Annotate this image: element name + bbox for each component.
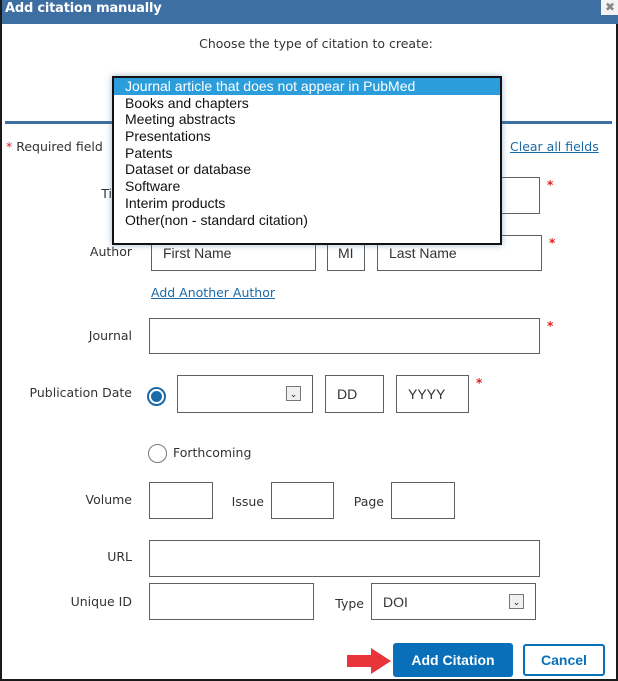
dropdown-option[interactable]: Other(non - standard citation) [114, 212, 500, 229]
forthcoming-radio[interactable] [148, 444, 167, 463]
annotation-arrow-icon [347, 648, 391, 674]
journal-label: Journal [88, 328, 132, 343]
close-icon[interactable]: ✖ [601, 0, 618, 15]
first-name-placeholder: First Name [163, 245, 232, 261]
type-label: Type [335, 596, 364, 611]
volume-input[interactable] [149, 482, 213, 519]
issue-label: Issue [231, 494, 264, 509]
dialog-titlebar: Add citation manually ✖ [2, 0, 618, 24]
year-input[interactable]: YYYY [396, 375, 469, 413]
journal-required-star: * [547, 319, 554, 333]
pub-date-required-star: * [476, 376, 483, 390]
day-placeholder: DD [337, 386, 358, 402]
last-name-placeholder: Last Name [389, 245, 457, 261]
dropdown-option[interactable]: Meeting abstracts [114, 111, 500, 128]
dropdown-option[interactable]: Interim products [114, 195, 500, 212]
unique-id-label: Unique ID [70, 594, 132, 609]
title-required-star: * [547, 178, 554, 192]
chevron-down-icon[interactable]: ⌄ [509, 594, 524, 609]
journal-input[interactable] [149, 318, 540, 354]
month-select[interactable]: ⌄ [177, 375, 313, 413]
year-placeholder: YYYY [408, 386, 446, 402]
chevron-down-icon[interactable]: ⌄ [286, 386, 301, 401]
url-label: URL [107, 549, 132, 564]
add-citation-button[interactable]: Add Citation [393, 643, 513, 677]
dropdown-option[interactable]: Patents [114, 145, 500, 162]
publication-date-label: Publication Date [29, 385, 132, 400]
forthcoming-label: Forthcoming [173, 445, 252, 460]
dropdown-option[interactable]: Software [114, 178, 500, 195]
author-required-star: * [549, 236, 556, 250]
unique-id-input[interactable] [149, 583, 314, 620]
clear-all-fields-link[interactable]: Clear all fields [510, 139, 599, 154]
add-another-author-link[interactable]: Add Another Author [151, 285, 275, 300]
dialog-title: Add citation manually [5, 1, 162, 16]
volume-label: Volume [85, 492, 133, 507]
page-label: Page [353, 494, 384, 509]
publication-date-radio[interactable] [147, 387, 166, 406]
dropdown-option[interactable]: Presentations [114, 128, 500, 145]
add-citation-dialog: Add citation manually ✖ Choose the type … [0, 0, 618, 681]
id-type-value: DOI [383, 593, 408, 610]
required-field-note: * Required field [6, 139, 103, 154]
cancel-button[interactable]: Cancel [523, 644, 605, 676]
required-note-text: Required field [12, 139, 103, 154]
id-type-select[interactable]: DOI ⌄ [371, 583, 536, 620]
url-input[interactable] [149, 540, 540, 577]
dropdown-option[interactable]: Books and chapters [114, 95, 500, 112]
author-label: Author [89, 244, 132, 259]
page-input[interactable] [391, 482, 455, 519]
mi-placeholder: MI [338, 245, 354, 261]
day-input[interactable]: DD [325, 375, 384, 413]
dropdown-option[interactable]: Dataset or database [114, 161, 500, 178]
citation-type-dropdown[interactable]: Journal article that does not appear in … [112, 76, 502, 245]
dropdown-option[interactable]: Journal article that does not appear in … [114, 78, 500, 95]
issue-input[interactable] [271, 482, 334, 519]
annotation-arrow-shape [347, 648, 391, 674]
citation-type-label: Choose the type of citation to create: [199, 36, 433, 51]
